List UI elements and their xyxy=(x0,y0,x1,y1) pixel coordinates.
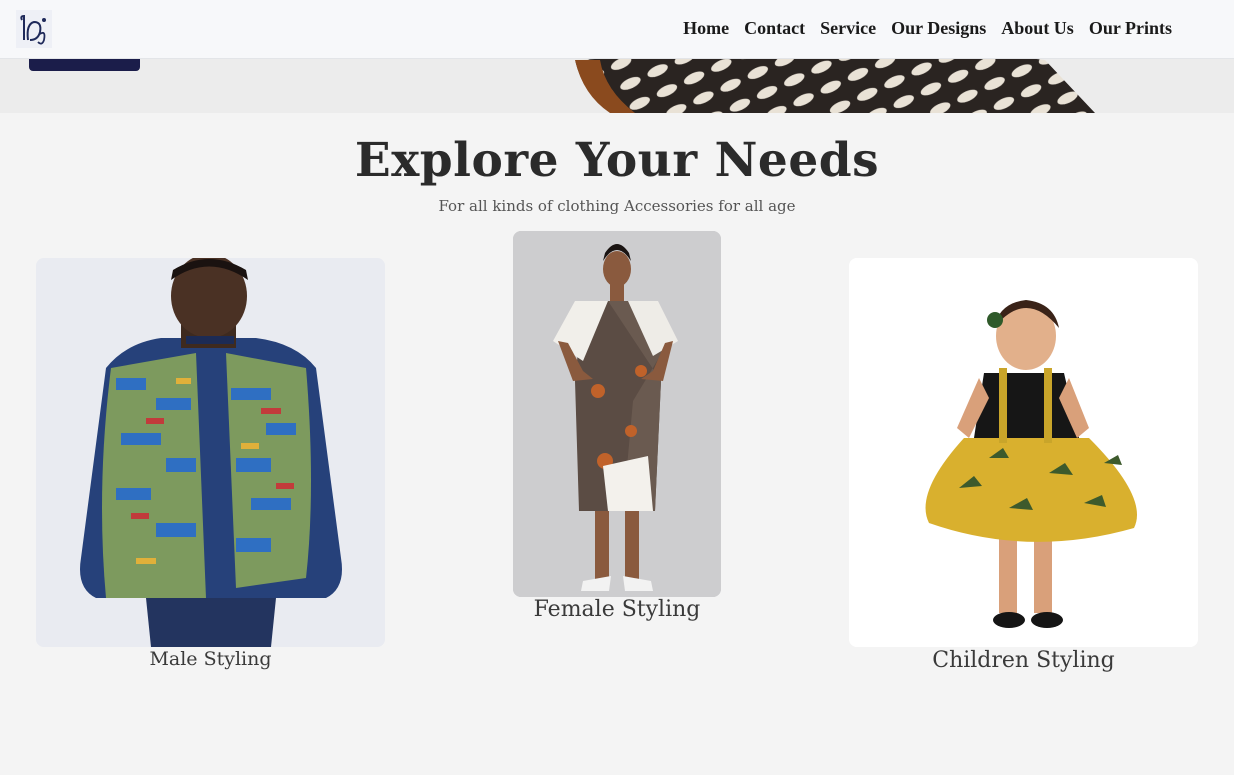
male-styling-label[interactable]: Male Styling xyxy=(36,648,385,670)
man-in-kente-jacket-illustration xyxy=(36,258,385,647)
section-title: Explore Your Needs xyxy=(354,133,880,188)
woman-in-print-dress-illustration xyxy=(513,231,721,597)
male-styling-image[interactable] xyxy=(36,258,385,647)
girl-in-yellow-skirt-illustration xyxy=(849,258,1198,647)
nav-contact[interactable]: Contact xyxy=(744,18,805,39)
children-styling-label[interactable]: Children Styling xyxy=(849,648,1198,673)
top-navbar: Home Contact Service Our Designs About U… xyxy=(0,0,1234,59)
female-styling-label[interactable]: Female Styling xyxy=(470,597,764,622)
nav-service[interactable]: Service xyxy=(820,18,876,39)
brand-monogram-icon[interactable] xyxy=(16,10,52,48)
female-styling-image[interactable] xyxy=(513,231,721,597)
nav-home[interactable]: Home xyxy=(683,18,729,39)
main-nav: Home Contact Service Our Designs About U… xyxy=(683,18,1172,39)
section-subtitle: For all kinds of clothing Accessories fo… xyxy=(438,197,796,215)
nav-about-us[interactable]: About Us xyxy=(1001,18,1074,39)
nav-our-designs[interactable]: Our Designs xyxy=(891,18,986,39)
nav-our-prints[interactable]: Our Prints xyxy=(1089,18,1172,39)
children-styling-image[interactable] xyxy=(849,258,1198,647)
